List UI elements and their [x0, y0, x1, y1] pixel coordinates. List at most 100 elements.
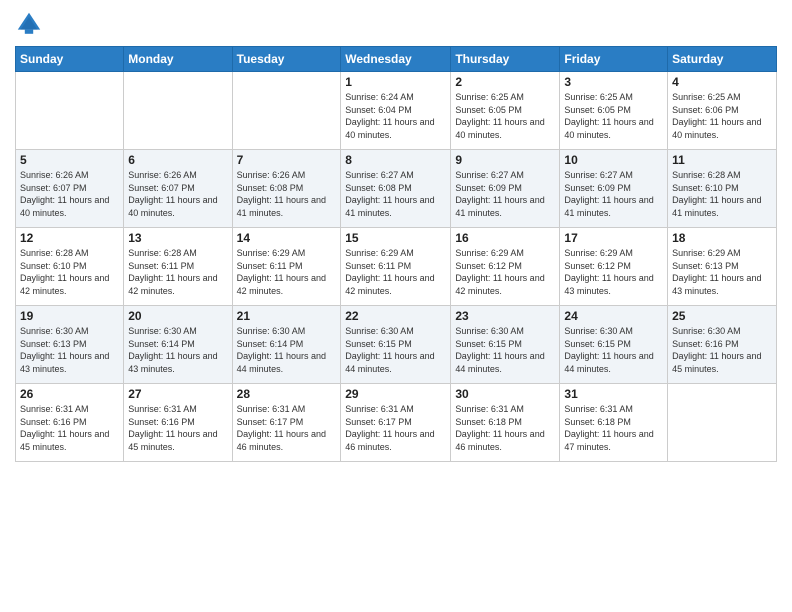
- calendar-cell: 5 Sunrise: 6:26 AM Sunset: 6:07 PM Daylig…: [16, 150, 124, 228]
- day-number: 29: [345, 387, 446, 401]
- day-info: Sunrise: 6:30 AM Sunset: 6:16 PM Dayligh…: [672, 325, 772, 375]
- day-number: 21: [237, 309, 337, 323]
- day-number: 7: [237, 153, 337, 167]
- calendar-cell: 14 Sunrise: 6:29 AM Sunset: 6:11 PM Dayli…: [232, 228, 341, 306]
- day-number: 26: [20, 387, 119, 401]
- calendar-cell: 31 Sunrise: 6:31 AM Sunset: 6:18 PM Dayli…: [560, 384, 668, 462]
- day-info: Sunrise: 6:29 AM Sunset: 6:11 PM Dayligh…: [237, 247, 337, 297]
- calendar-cell: 2 Sunrise: 6:25 AM Sunset: 6:05 PM Daylig…: [451, 72, 560, 150]
- weekday-header-monday: Monday: [124, 47, 232, 72]
- calendar-cell: 29 Sunrise: 6:31 AM Sunset: 6:17 PM Dayli…: [341, 384, 451, 462]
- day-number: 8: [345, 153, 446, 167]
- calendar-cell: 4 Sunrise: 6:25 AM Sunset: 6:06 PM Daylig…: [668, 72, 777, 150]
- calendar-cell: 8 Sunrise: 6:27 AM Sunset: 6:08 PM Daylig…: [341, 150, 451, 228]
- day-number: 15: [345, 231, 446, 245]
- day-info: Sunrise: 6:31 AM Sunset: 6:16 PM Dayligh…: [20, 403, 119, 453]
- calendar-week-2: 5 Sunrise: 6:26 AM Sunset: 6:07 PM Daylig…: [16, 150, 777, 228]
- day-info: Sunrise: 6:29 AM Sunset: 6:11 PM Dayligh…: [345, 247, 446, 297]
- day-info: Sunrise: 6:25 AM Sunset: 6:06 PM Dayligh…: [672, 91, 772, 141]
- calendar-cell: 6 Sunrise: 6:26 AM Sunset: 6:07 PM Daylig…: [124, 150, 232, 228]
- day-number: 19: [20, 309, 119, 323]
- calendar-cell: 12Sunrise: 6:28 AM Sunset: 6:10 PM Dayli…: [16, 228, 124, 306]
- logo-icon: [15, 10, 43, 38]
- calendar-cell: 21Sunrise: 6:30 AM Sunset: 6:14 PM Dayli…: [232, 306, 341, 384]
- day-info: Sunrise: 6:27 AM Sunset: 6:09 PM Dayligh…: [455, 169, 555, 219]
- day-number: 13: [128, 231, 227, 245]
- calendar-cell: 17 Sunrise: 6:29 AM Sunset: 6:12 PM Dayli…: [560, 228, 668, 306]
- calendar-cell: 13Sunrise: 6:28 AM Sunset: 6:11 PM Dayli…: [124, 228, 232, 306]
- calendar-cell: 23 Sunrise: 6:30 AM Sunset: 6:15 PM Dayli…: [451, 306, 560, 384]
- weekday-header-thursday: Thursday: [451, 47, 560, 72]
- calendar-cell: 10 Sunrise: 6:27 AM Sunset: 6:09 PM Dayli…: [560, 150, 668, 228]
- day-number: 2: [455, 75, 555, 89]
- day-number: 10: [564, 153, 663, 167]
- calendar-cell: 30 Sunrise: 6:31 AM Sunset: 6:18 PM Dayli…: [451, 384, 560, 462]
- day-number: 17: [564, 231, 663, 245]
- calendar-cell: 20 Sunrise: 6:30 AM Sunset: 6:14 PM Dayli…: [124, 306, 232, 384]
- day-number: 31: [564, 387, 663, 401]
- day-number: 11: [672, 153, 772, 167]
- day-info: Sunrise: 6:26 AM Sunset: 6:07 PM Dayligh…: [20, 169, 119, 219]
- day-number: 14: [237, 231, 337, 245]
- calendar-table: SundayMondayTuesdayWednesdayThursdayFrid…: [15, 46, 777, 462]
- day-number: 9: [455, 153, 555, 167]
- day-number: 1: [345, 75, 446, 89]
- calendar-cell: 19Sunrise: 6:30 AM Sunset: 6:13 PM Dayli…: [16, 306, 124, 384]
- day-info: Sunrise: 6:31 AM Sunset: 6:18 PM Dayligh…: [564, 403, 663, 453]
- day-number: 18: [672, 231, 772, 245]
- day-info: Sunrise: 6:31 AM Sunset: 6:16 PM Dayligh…: [128, 403, 227, 453]
- weekday-header-sunday: Sunday: [16, 47, 124, 72]
- day-info: Sunrise: 6:27 AM Sunset: 6:09 PM Dayligh…: [564, 169, 663, 219]
- day-info: Sunrise: 6:26 AM Sunset: 6:07 PM Dayligh…: [128, 169, 227, 219]
- day-number: 6: [128, 153, 227, 167]
- calendar-cell: 22 Sunrise: 6:30 AM Sunset: 6:15 PM Dayli…: [341, 306, 451, 384]
- day-number: 5: [20, 153, 119, 167]
- day-number: 27: [128, 387, 227, 401]
- day-info: Sunrise: 6:28 AM Sunset: 6:10 PM Dayligh…: [672, 169, 772, 219]
- day-info: Sunrise: 6:27 AM Sunset: 6:08 PM Dayligh…: [345, 169, 446, 219]
- calendar-cell: 24Sunrise: 6:30 AM Sunset: 6:15 PM Dayli…: [560, 306, 668, 384]
- day-number: 30: [455, 387, 555, 401]
- calendar-week-5: 26 Sunrise: 6:31 AM Sunset: 6:16 PM Dayli…: [16, 384, 777, 462]
- day-info: Sunrise: 6:31 AM Sunset: 6:17 PM Dayligh…: [345, 403, 446, 453]
- weekday-header-saturday: Saturday: [668, 47, 777, 72]
- day-info: Sunrise: 6:29 AM Sunset: 6:12 PM Dayligh…: [455, 247, 555, 297]
- day-number: 4: [672, 75, 772, 89]
- weekday-header-wednesday: Wednesday: [341, 47, 451, 72]
- calendar-cell: 7 Sunrise: 6:26 AM Sunset: 6:08 PM Daylig…: [232, 150, 341, 228]
- day-info: Sunrise: 6:30 AM Sunset: 6:15 PM Dayligh…: [455, 325, 555, 375]
- day-info: Sunrise: 6:29 AM Sunset: 6:13 PM Dayligh…: [672, 247, 772, 297]
- page: SundayMondayTuesdayWednesdayThursdayFrid…: [0, 0, 792, 612]
- day-info: Sunrise: 6:31 AM Sunset: 6:18 PM Dayligh…: [455, 403, 555, 453]
- calendar-cell: [124, 72, 232, 150]
- calendar-cell: 18 Sunrise: 6:29 AM Sunset: 6:13 PM Dayli…: [668, 228, 777, 306]
- day-info: Sunrise: 6:24 AM Sunset: 6:04 PM Dayligh…: [345, 91, 446, 141]
- calendar-week-4: 19Sunrise: 6:30 AM Sunset: 6:13 PM Dayli…: [16, 306, 777, 384]
- day-info: Sunrise: 6:26 AM Sunset: 6:08 PM Dayligh…: [237, 169, 337, 219]
- day-number: 16: [455, 231, 555, 245]
- weekday-header-tuesday: Tuesday: [232, 47, 341, 72]
- calendar-cell: 3Sunrise: 6:25 AM Sunset: 6:05 PM Daylig…: [560, 72, 668, 150]
- calendar-cell: [16, 72, 124, 150]
- day-number: 22: [345, 309, 446, 323]
- day-info: Sunrise: 6:25 AM Sunset: 6:05 PM Dayligh…: [455, 91, 555, 141]
- logo: [15, 10, 47, 38]
- day-info: Sunrise: 6:30 AM Sunset: 6:15 PM Dayligh…: [564, 325, 663, 375]
- calendar-cell: 11 Sunrise: 6:28 AM Sunset: 6:10 PM Dayli…: [668, 150, 777, 228]
- calendar-cell: [668, 384, 777, 462]
- calendar-cell: 27 Sunrise: 6:31 AM Sunset: 6:16 PM Dayli…: [124, 384, 232, 462]
- day-info: Sunrise: 6:30 AM Sunset: 6:14 PM Dayligh…: [128, 325, 227, 375]
- day-info: Sunrise: 6:30 AM Sunset: 6:15 PM Dayligh…: [345, 325, 446, 375]
- day-info: Sunrise: 6:29 AM Sunset: 6:12 PM Dayligh…: [564, 247, 663, 297]
- day-info: Sunrise: 6:25 AM Sunset: 6:05 PM Dayligh…: [564, 91, 663, 141]
- calendar-cell: 26 Sunrise: 6:31 AM Sunset: 6:16 PM Dayli…: [16, 384, 124, 462]
- calendar-cell: 9 Sunrise: 6:27 AM Sunset: 6:09 PM Daylig…: [451, 150, 560, 228]
- calendar-cell: 28Sunrise: 6:31 AM Sunset: 6:17 PM Dayli…: [232, 384, 341, 462]
- day-number: 12: [20, 231, 119, 245]
- day-info: Sunrise: 6:31 AM Sunset: 6:17 PM Dayligh…: [237, 403, 337, 453]
- day-number: 23: [455, 309, 555, 323]
- calendar-cell: 15 Sunrise: 6:29 AM Sunset: 6:11 PM Dayli…: [341, 228, 451, 306]
- day-number: 20: [128, 309, 227, 323]
- calendar-header-row: SundayMondayTuesdayWednesdayThursdayFrid…: [16, 47, 777, 72]
- calendar-cell: 16 Sunrise: 6:29 AM Sunset: 6:12 PM Dayli…: [451, 228, 560, 306]
